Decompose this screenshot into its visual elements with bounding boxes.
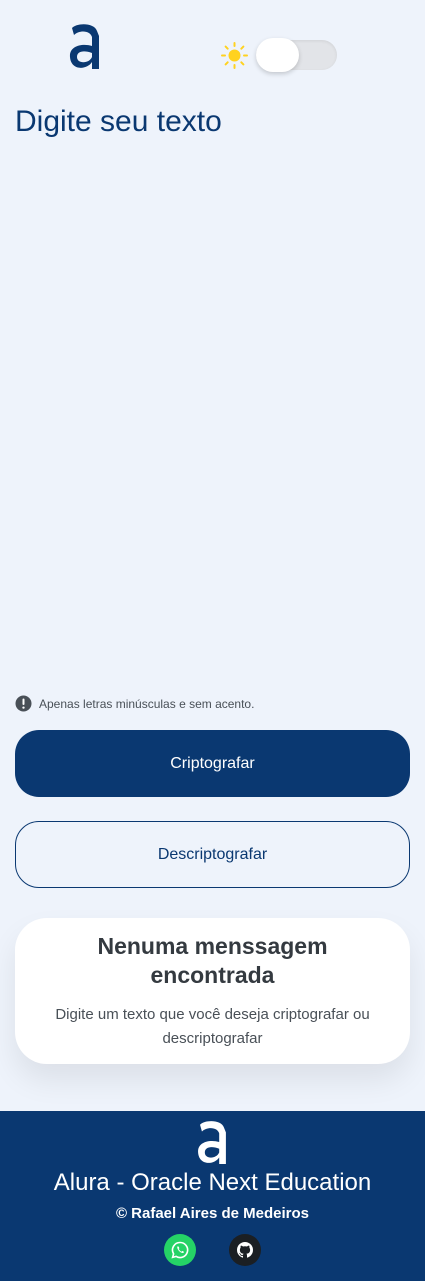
- decrypt-button-label: Descriptografar: [157, 845, 268, 863]
- sun-icon: [221, 42, 248, 69]
- output-card: Nenuma menssagem encontrada Digite um te…: [15, 918, 410, 1064]
- page: Apenas letras minúsculas e sem acento. C…: [0, 0, 425, 1281]
- footer-credit: © Rafael Aires de Medeiros: [115, 1205, 310, 1222]
- alura-logo-icon[interactable]: [68, 22, 101, 70]
- output-subtitle: Digite um texto que você deseja criptogr…: [55, 1006, 370, 1047]
- whatsapp-link[interactable]: [164, 1234, 196, 1266]
- theme-switch-track[interactable]: [256, 38, 337, 72]
- theme-switch-knob[interactable]: [256, 38, 299, 72]
- theme-toggle[interactable]: [221, 38, 339, 72]
- footer-title: Alura - Oracle Next Education: [53, 1169, 372, 1196]
- input-warning: Apenas letras minúsculas e sem acento.: [15, 695, 254, 712]
- whatsapp-icon: [171, 1241, 189, 1259]
- github-link[interactable]: [229, 1234, 261, 1266]
- exclamation-circle-icon: [15, 695, 32, 712]
- encrypt-button[interactable]: Criptografar: [15, 730, 410, 797]
- encrypt-button-label: Criptografar: [170, 754, 255, 772]
- decrypt-button[interactable]: Descriptografar: [15, 821, 410, 888]
- output-title: Nenuma menssagem encontrada: [97, 933, 328, 988]
- alura-logo-icon: [198, 1121, 226, 1165]
- github-icon: [236, 1242, 254, 1258]
- footer: Alura - Oracle Next Education © Rafael A…: [0, 1111, 425, 1281]
- message-input[interactable]: [15, 105, 410, 665]
- warning-text: Apenas letras minúsculas e sem acento.: [39, 696, 255, 711]
